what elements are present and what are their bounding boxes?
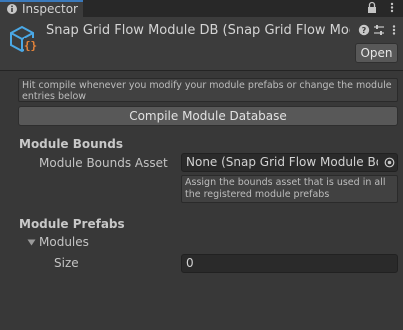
asset-title: Snap Grid Flow Module DB (Snap Grid Flow… — [46, 23, 350, 38]
kebab-menu-icon[interactable] — [386, 1, 398, 14]
help-icon[interactable]: ? — [358, 24, 370, 36]
svg-text:{}: {} — [24, 39, 37, 52]
module-bounds-asset-label: Module Bounds Asset — [39, 156, 168, 170]
module-prefabs-section-title: Module Prefabs — [19, 217, 125, 231]
module-bounds-asset-value: None (Snap Grid Flow Module Boun — [186, 155, 378, 169]
triangle-down-icon[interactable] — [27, 238, 36, 247]
module-bounds-asset-field[interactable]: None (Snap Grid Flow Module Boun — [181, 153, 398, 172]
compile-module-database-button[interactable]: Compile Module Database — [18, 106, 398, 126]
lock-icon[interactable] — [366, 1, 378, 14]
info-icon — [7, 4, 17, 14]
open-button[interactable]: Open — [355, 43, 398, 63]
module-bounds-tooltip: Assign the bounds asset that is used in … — [181, 175, 398, 203]
modules-foldout-label[interactable]: Modules — [39, 235, 89, 250]
svg-text:?: ? — [362, 26, 367, 35]
tab-inspector[interactable]: Inspector — [0, 0, 83, 17]
size-label: Size — [54, 256, 79, 270]
scriptable-object-icon: {} — [10, 25, 37, 53]
help-box: Hit compile whenever you modify your mod… — [18, 78, 398, 102]
tab-label: Inspector — [22, 2, 78, 16]
object-picker-icon[interactable] — [384, 157, 395, 168]
size-field[interactable]: 0 — [181, 254, 398, 273]
kebab-menu-icon[interactable] — [388, 24, 400, 36]
presets-icon[interactable] — [373, 24, 385, 36]
module-bounds-section-title: Module Bounds — [19, 137, 123, 151]
